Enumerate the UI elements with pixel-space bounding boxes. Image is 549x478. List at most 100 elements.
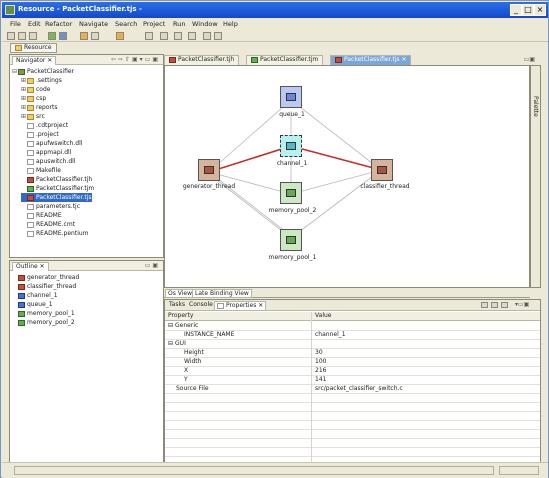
menu-edit[interactable]: Edit xyxy=(28,20,41,28)
forward-icon[interactable] xyxy=(174,32,182,40)
diagram-node-channel[interactable] xyxy=(280,135,302,157)
menu-search[interactable]: Search xyxy=(115,20,137,28)
navigator-item[interactable]: PacketClassifier.tjm xyxy=(21,184,94,193)
navigator-item[interactable]: README.pentium xyxy=(21,229,89,238)
run-icon[interactable] xyxy=(48,32,56,40)
property-value[interactable]: channel_1 xyxy=(315,331,346,339)
connection-line xyxy=(290,169,382,195)
navigator-item[interactable]: PacketClassifier.tjs xyxy=(21,193,92,202)
diagram-canvas[interactable]: queue_1 channel_1 generator_thread class… xyxy=(164,65,530,288)
late-binding-view-tab[interactable]: Late Binding View xyxy=(192,289,252,298)
outline-item[interactable]: memory_pool_2 xyxy=(18,318,75,327)
navigator-item[interactable]: apufwswitch.dll xyxy=(21,139,82,148)
property-column-header[interactable]: Property xyxy=(168,312,193,320)
property-row[interactable]: Width 100 xyxy=(165,358,540,367)
palette-strip[interactable]: Palette xyxy=(530,65,541,288)
status-message-area xyxy=(14,466,494,475)
navigator-view-buttons[interactable]: ⇦⇨⇧▣▾▭▣ xyxy=(111,56,160,63)
property-row[interactable]: Y 141 xyxy=(165,376,540,385)
minimize-button[interactable]: _ xyxy=(510,4,522,16)
navigator-item[interactable]: apuswitch.dll xyxy=(21,157,76,166)
editor-tab-tjh[interactable]: PacketClassifier.tjh xyxy=(164,55,240,65)
property-row[interactable]: Height 30 xyxy=(165,349,540,358)
diagram-node-classifier-thread[interactable] xyxy=(371,159,393,181)
back-icon[interactable] xyxy=(160,32,168,40)
save-icon[interactable] xyxy=(18,32,26,40)
menu-run[interactable]: Run xyxy=(173,20,185,28)
last-edit-icon[interactable] xyxy=(203,32,211,40)
maximize-button[interactable]: □ xyxy=(522,4,534,16)
property-row[interactable]: ⊟ Generic xyxy=(165,322,540,331)
property-value[interactable]: src/packet_classifier_switch.c xyxy=(315,385,403,393)
property-row[interactable]: ⊟ GUI xyxy=(165,340,540,349)
navigator-item[interactable]: Makefile xyxy=(21,166,61,175)
annotation-icon[interactable] xyxy=(145,32,153,40)
folder-icon xyxy=(27,104,34,111)
property-value[interactable]: 30 xyxy=(315,349,323,357)
property-row[interactable]: Source File src/packet_classifier_switch.… xyxy=(165,385,540,394)
history-icon[interactable] xyxy=(188,32,196,40)
new-icon[interactable] xyxy=(7,32,15,40)
editor-tab-tjm[interactable]: PacketClassifier.tjm xyxy=(246,55,324,65)
outline-item[interactable]: classifier_thread xyxy=(18,282,76,291)
categories-icon[interactable] xyxy=(481,302,488,308)
open-type-icon[interactable] xyxy=(80,32,88,40)
property-row[interactable]: INSTANCE_NAME channel_1 xyxy=(165,331,540,340)
menu-file[interactable]: File xyxy=(10,20,21,28)
restore-default-icon[interactable] xyxy=(501,302,508,308)
navigator-item[interactable]: README xyxy=(21,211,62,220)
navigator-tab[interactable]: Navigator ✕ xyxy=(12,56,57,65)
filter-icon[interactable] xyxy=(491,302,498,308)
outline-item[interactable]: channel_1 xyxy=(18,291,58,300)
column-divider[interactable] xyxy=(311,312,312,470)
navigator-item[interactable]: .project xyxy=(21,130,59,139)
outline-item[interactable]: queue_1 xyxy=(18,300,53,309)
navigator-item[interactable]: ⊞ code xyxy=(21,85,50,94)
menu-project[interactable]: Project xyxy=(143,20,165,28)
search-icon[interactable] xyxy=(91,32,99,40)
pin-icon[interactable] xyxy=(214,32,222,40)
folder-open-icon[interactable] xyxy=(116,32,124,40)
outline-item[interactable]: generator_thread xyxy=(18,273,79,282)
editor-tab-tjs[interactable]: PacketClassifier.tjs ✕ xyxy=(330,55,412,65)
print-icon[interactable] xyxy=(29,32,37,40)
navigator-item[interactable]: README.cmt xyxy=(21,220,75,229)
outline-item[interactable]: memory_pool_1 xyxy=(18,309,75,318)
menu-help[interactable]: Help xyxy=(223,20,238,28)
console-tab[interactable]: Console xyxy=(187,301,215,310)
property-value[interactable]: 100 xyxy=(315,358,326,366)
properties-tab[interactable]: Properties ✕ xyxy=(214,301,267,310)
property-row[interactable]: X 216 xyxy=(165,367,540,376)
debug-icon[interactable] xyxy=(59,32,67,40)
navigator-item[interactable]: appmapi.dll xyxy=(21,148,71,157)
diagram-node-memory-pool-1[interactable] xyxy=(280,229,302,251)
diagram-node-generator-thread[interactable] xyxy=(198,159,220,181)
close-button[interactable]: × xyxy=(534,4,546,16)
navigator-item[interactable]: parameters.tjc xyxy=(21,202,80,211)
navigator-item[interactable]: ⊞ reports xyxy=(21,103,57,112)
menu-window[interactable]: Window xyxy=(192,20,218,28)
property-value[interactable]: 216 xyxy=(315,367,326,375)
tasks-tab[interactable]: Tasks xyxy=(167,301,187,310)
navigator-item[interactable]: ⊞ csp xyxy=(21,94,46,103)
diagram-node-queue[interactable] xyxy=(280,86,302,108)
value-column-header[interactable]: Value xyxy=(315,312,331,320)
editor-view-buttons[interactable]: ▭▣ xyxy=(524,56,535,63)
perspective-resource-tab[interactable]: Resource xyxy=(10,43,57,53)
diagram-node-memory-pool-2[interactable] xyxy=(280,182,302,204)
navigator-item[interactable]: .cdtproject xyxy=(21,121,68,130)
properties-view-buttons[interactable]: ▾▭▣ xyxy=(515,301,529,308)
navigator-item[interactable]: ⊟ PacketClassifier xyxy=(12,67,74,76)
menu-refactor[interactable]: Refactor xyxy=(45,20,72,28)
outline-tab[interactable]: Outline ✕ xyxy=(12,262,49,271)
green-icon xyxy=(27,185,34,192)
navigator-item[interactable]: ⊞ src xyxy=(21,112,45,121)
property-value[interactable]: 141 xyxy=(315,376,326,384)
group-expand-icon[interactable]: ⊟ xyxy=(168,322,173,329)
navigator-item[interactable]: ⊞ .settings xyxy=(21,76,62,85)
group-expand-icon[interactable]: ⊟ xyxy=(168,340,173,347)
menu-navigate[interactable]: Navigate xyxy=(79,20,108,28)
outline-view-buttons[interactable]: ▭▣ xyxy=(145,262,160,269)
navigator-item[interactable]: PacketClassifier.tjh xyxy=(21,175,92,184)
os-view-tab[interactable]: Os View xyxy=(165,289,195,298)
